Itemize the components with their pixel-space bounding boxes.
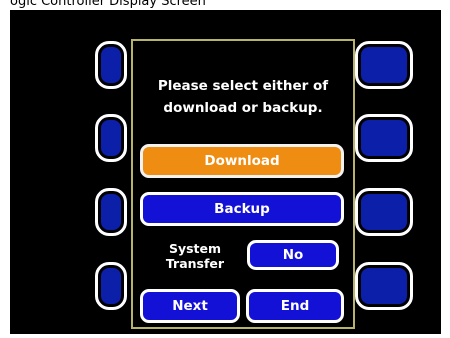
background-menu-slot <box>355 41 413 89</box>
system-transfer-toggle[interactable]: No <box>247 240 339 270</box>
background-menu-slot <box>95 188 127 236</box>
background-menu-slot <box>95 262 127 310</box>
background-menu-slot <box>355 188 413 236</box>
backup-button[interactable]: Backup <box>140 192 344 226</box>
system-transfer-label: System Transfer <box>157 241 233 271</box>
hmi-screen: Please select either of download or back… <box>10 10 441 334</box>
background-menu-slot <box>355 262 413 310</box>
background-menu-slot <box>95 41 127 89</box>
next-button-label: Next <box>172 298 208 314</box>
transfer-dialog: Please select either of download or back… <box>131 39 355 329</box>
prompt-line-1: Please select either of <box>157 78 329 94</box>
next-button[interactable]: Next <box>140 289 240 323</box>
end-button-label: End <box>280 298 310 314</box>
background-menu-slot <box>95 114 127 162</box>
end-button[interactable]: End <box>246 289 344 323</box>
dialog-prompt: Please select either of download or back… <box>133 75 353 119</box>
background-menu-slot <box>355 114 413 162</box>
prompt-line-2: download or backup. <box>163 100 323 116</box>
system-transfer-value: No <box>282 247 304 263</box>
download-button[interactable]: Download <box>140 144 344 178</box>
download-button-label: Download <box>204 153 280 169</box>
page-caption: ogic Controller Display Screen <box>10 0 206 8</box>
backup-button-label: Backup <box>214 201 270 217</box>
system-transfer-label-line-2: Transfer <box>165 256 225 271</box>
system-transfer-label-line-1: System <box>168 241 222 256</box>
